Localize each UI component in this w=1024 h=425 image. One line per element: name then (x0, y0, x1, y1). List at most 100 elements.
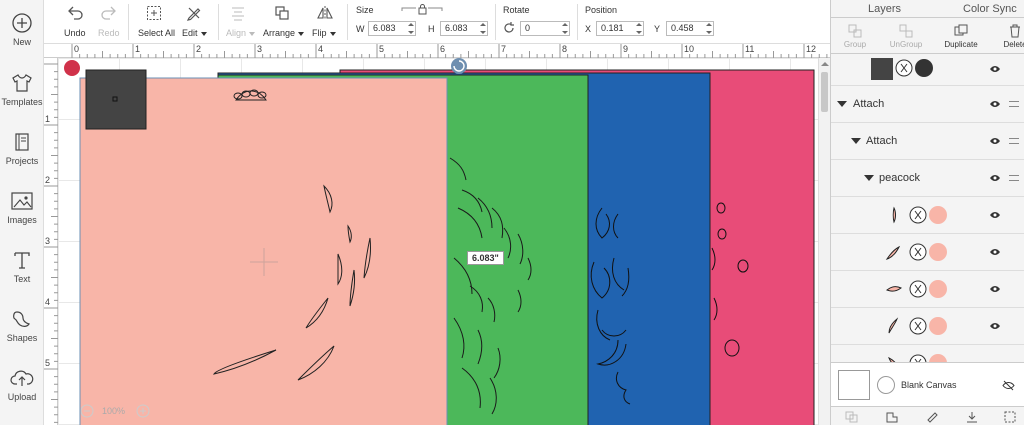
chevron-down-icon[interactable] (864, 175, 874, 181)
eye-icon[interactable] (989, 99, 1001, 109)
tab-color-sync[interactable]: Color Sync (963, 3, 1017, 15)
layer-row-shape[interactable] (831, 234, 1024, 271)
layer-row-shape[interactable] (831, 54, 1024, 86)
layer-row-shape[interactable] (831, 271, 1024, 308)
stepper-icon[interactable] (562, 23, 568, 34)
layer-color-swatch[interactable] (929, 317, 947, 335)
zoom-out-icon[interactable] (80, 404, 94, 418)
scrollbar-thumb[interactable] (821, 72, 828, 112)
zoom-in-icon[interactable] (136, 404, 150, 418)
shape-thumbnail-icon (888, 356, 896, 362)
layer-color-swatch[interactable] (929, 206, 947, 224)
eye-icon[interactable] (989, 321, 1001, 331)
layer-color-swatch[interactable] (915, 59, 933, 77)
eye-icon[interactable] (989, 64, 1001, 74)
layer-color-swatch[interactable] (929, 354, 947, 362)
width-input[interactable]: 6.083 (368, 21, 416, 36)
select-all-label: Select All (138, 28, 176, 38)
edit-dropdown[interactable]: Edit (180, 0, 212, 44)
eye-icon[interactable] (989, 284, 1001, 294)
blank-canvas-row[interactable]: Blank Canvas (831, 362, 1024, 406)
layer-row-attach[interactable]: Attach (831, 86, 1024, 123)
flip-dropdown[interactable]: Flip (310, 0, 340, 44)
slice-icon[interactable] (845, 411, 859, 423)
align-dropdown[interactable]: Align (224, 0, 258, 44)
layer-row-peacock[interactable]: peacock (831, 160, 1024, 197)
sidebar-item-text[interactable]: Text (0, 249, 44, 305)
rotate-handle[interactable] (451, 58, 467, 74)
dimension-tag: 6.083" (467, 251, 504, 265)
height-input[interactable]: 6.083 (440, 21, 488, 36)
layer-row-shape[interactable] (831, 345, 1024, 362)
design-canvas[interactable]: 6.083" 100% (58, 58, 818, 425)
ungroup-icon (899, 24, 913, 38)
drag-handle-icon[interactable] (1009, 175, 1019, 181)
sidebar-item-shapes[interactable]: Shapes (0, 308, 44, 364)
position-x-input[interactable]: 0.181 (596, 21, 644, 36)
delete-button[interactable]: Delete (991, 24, 1024, 49)
layer-color-swatch[interactable] (929, 280, 947, 298)
position-y-input[interactable]: 0.458 (666, 21, 714, 36)
plus-circle-icon (12, 13, 32, 33)
layer-row-attach-nested[interactable]: Attach (831, 123, 1024, 160)
scroll-up-icon[interactable] (821, 61, 829, 67)
lock-icon[interactable] (400, 3, 444, 17)
select-all-button[interactable]: Select All (136, 0, 176, 44)
eye-icon[interactable] (989, 210, 1001, 220)
stepper-icon[interactable] (408, 23, 414, 34)
eye-slash-icon[interactable] (1002, 380, 1015, 391)
chevron-down-icon[interactable] (837, 101, 847, 107)
undo-button[interactable]: Undo (62, 0, 92, 44)
layer-label: Attach (853, 98, 885, 110)
layer-thumbnail (871, 58, 893, 80)
flatten-icon[interactable] (965, 411, 979, 423)
ruler-number: 8 (562, 44, 568, 54)
panel-tabs: Layers Color Sync (831, 0, 1024, 18)
redo-button[interactable]: Redo (96, 0, 124, 44)
tab-layers[interactable]: Layers (868, 3, 901, 15)
shape-thumbnail-icon (892, 206, 896, 224)
ruler-ticks (71, 44, 828, 58)
dark-square-layer[interactable] (85, 69, 147, 130)
arrange-dropdown[interactable]: Arrange (262, 0, 306, 44)
eye-icon[interactable] (989, 136, 1001, 146)
layer-row-shape[interactable] (831, 308, 1024, 345)
sidebar-item-label: Shapes (6, 333, 38, 343)
position-x-value: 0.181 (601, 23, 624, 33)
canvas-scrollbar[interactable] (818, 58, 830, 425)
sidebar-item-upload[interactable]: Upload (0, 367, 44, 423)
stepper-icon[interactable] (480, 23, 486, 34)
eye-icon[interactable] (989, 173, 1001, 183)
layer-color-swatch[interactable] (929, 243, 947, 261)
ungroup-button[interactable]: UnGroup (882, 24, 930, 49)
position-y-value: 0.458 (671, 23, 694, 33)
ruler-number: 5 (379, 44, 385, 54)
scissors-icon (895, 59, 913, 77)
sidebar-item-images[interactable]: Images (0, 190, 44, 246)
weld-icon[interactable] (885, 411, 899, 423)
sidebar-item-projects[interactable]: Projects (0, 131, 44, 187)
duplicate-button[interactable]: Duplicate (937, 24, 985, 49)
attach-icon[interactable] (925, 411, 939, 423)
shapes-icon (13, 311, 30, 327)
sidebar-item-new[interactable]: New (0, 12, 44, 68)
drag-handle-icon[interactable] (1009, 138, 1019, 144)
ruler-number: 9 (623, 44, 629, 54)
chevron-down-icon[interactable] (851, 138, 861, 144)
contour-icon[interactable] (1003, 411, 1017, 423)
stepper-icon[interactable] (636, 23, 642, 34)
canvas-color-swatch[interactable] (877, 376, 895, 394)
ruler-number: 12 (806, 44, 817, 54)
zoom-control: 100% (80, 400, 154, 422)
group-button[interactable]: Group (831, 24, 879, 49)
drag-handle-icon[interactable] (1009, 101, 1019, 107)
layer-row-shape[interactable] (831, 197, 1024, 234)
sidebar-item-templates[interactable]: Templates (0, 72, 44, 128)
delete-handle[interactable] (64, 60, 80, 76)
eye-icon[interactable] (989, 247, 1001, 257)
height-label: H (428, 24, 435, 34)
rotate-input[interactable]: 0 (520, 21, 570, 36)
ruler-number: 2 (196, 44, 202, 54)
stepper-icon[interactable] (706, 23, 712, 34)
ruler-number: 4 (45, 297, 51, 307)
